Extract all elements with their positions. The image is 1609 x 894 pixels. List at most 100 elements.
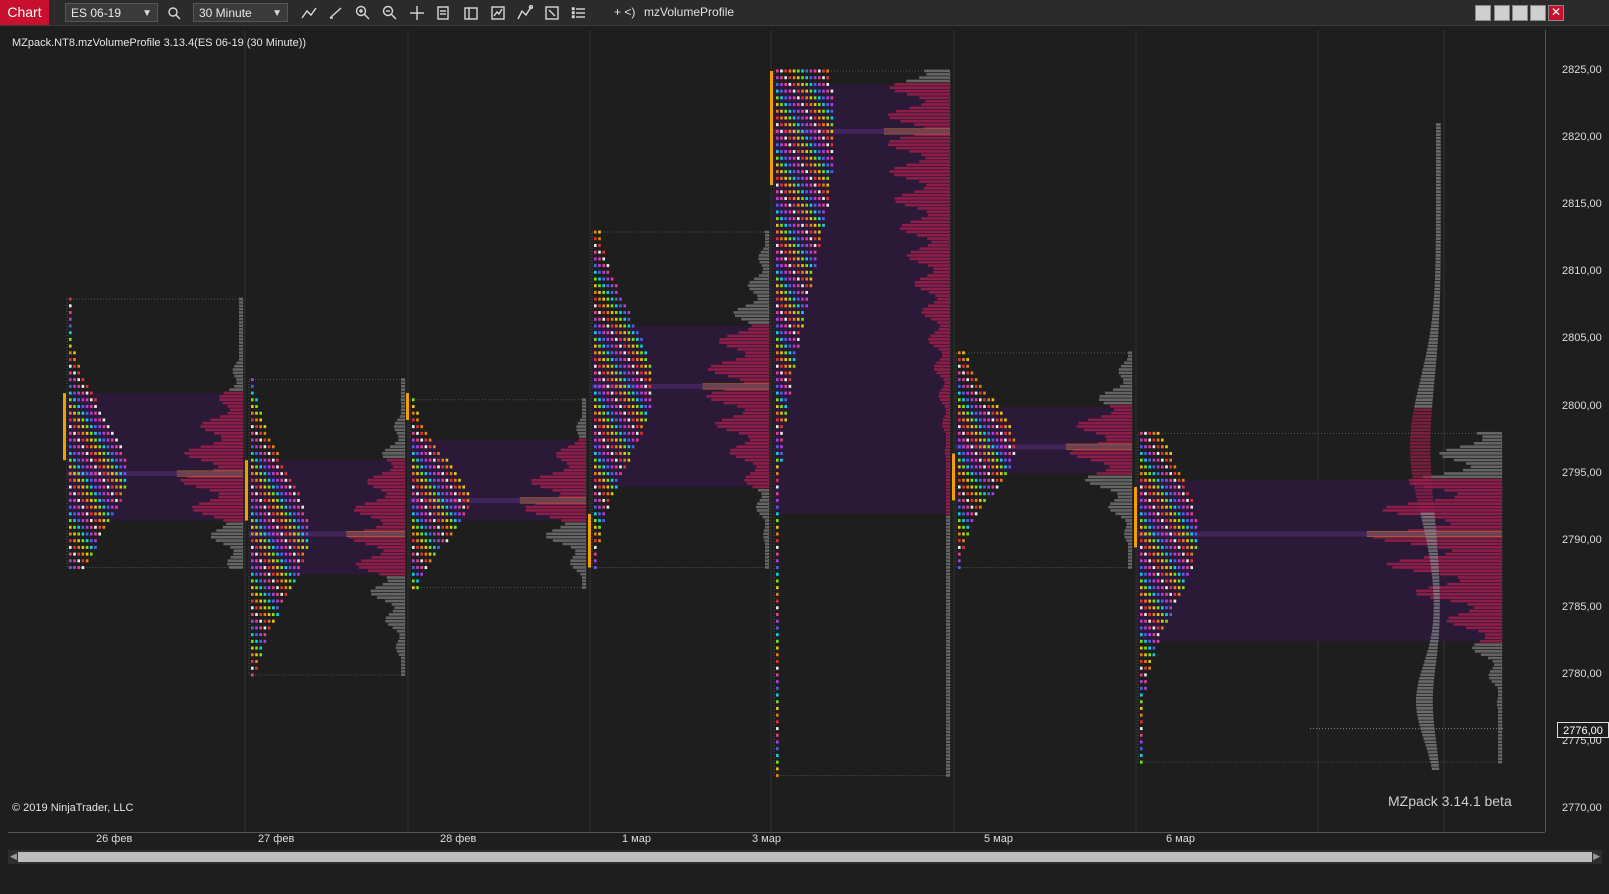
tpo-mark xyxy=(983,391,986,395)
composite-volume-bar xyxy=(1435,140,1441,143)
tpo-mark xyxy=(830,109,834,113)
duplicate-button[interactable] xyxy=(1494,5,1510,21)
volume-bar xyxy=(946,606,950,609)
volume-bar xyxy=(758,274,769,277)
volume-bar xyxy=(945,445,950,448)
tpo-mark xyxy=(594,438,597,442)
tpo-mark xyxy=(987,425,990,429)
tpo-mark xyxy=(412,485,415,489)
composite-volume-bar xyxy=(1427,348,1438,351)
zoom-in-icon[interactable] xyxy=(352,3,374,22)
tpo-mark xyxy=(809,210,813,214)
scroll-right-icon[interactable]: ▶ xyxy=(1593,851,1600,862)
volume-bar xyxy=(1458,613,1502,616)
volume-bar xyxy=(401,384,405,388)
volume-bar xyxy=(927,244,950,247)
scroll-left-icon[interactable]: ◀ xyxy=(10,851,17,862)
crosshair-icon[interactable] xyxy=(406,3,428,22)
tpo-mark xyxy=(276,559,279,563)
chart-tab[interactable]: Chart xyxy=(0,0,49,25)
composite-volume-bar xyxy=(1429,643,1439,646)
tpo-mark xyxy=(627,364,631,368)
composite-volume-bar xyxy=(1431,569,1439,573)
tpo-mark xyxy=(69,411,72,415)
line-tool-icon[interactable] xyxy=(298,3,320,22)
search-icon[interactable] xyxy=(163,3,185,22)
tpo-mark xyxy=(776,230,779,234)
tpo-mark xyxy=(606,378,610,382)
interval-selector[interactable]: 30 Minute ▼ xyxy=(193,3,288,22)
strategies-icon[interactable] xyxy=(487,3,509,22)
tpo-mark xyxy=(416,478,419,482)
tpo-mark xyxy=(776,666,779,670)
tpo-mark xyxy=(263,465,267,469)
price-axis[interactable] xyxy=(1545,30,1609,832)
composite-volume-bar xyxy=(1433,599,1440,603)
tpo-mark xyxy=(818,210,821,214)
tpo-mark xyxy=(424,431,428,435)
volume-bar xyxy=(201,458,243,462)
tpo-mark xyxy=(77,451,80,455)
indicators-icon[interactable] xyxy=(514,3,536,22)
tpo-mark xyxy=(412,525,415,529)
properties-icon[interactable] xyxy=(433,3,455,22)
tpo-mark xyxy=(966,525,969,529)
volume-bar xyxy=(1448,616,1502,620)
tpo-mark xyxy=(962,539,965,543)
volume-bar xyxy=(578,438,586,442)
volume-bar xyxy=(380,552,405,556)
horizontal-scrollbar[interactable]: ◀ ▶ xyxy=(8,850,1602,864)
volume-bar xyxy=(919,76,950,79)
tpo-mark xyxy=(610,304,614,308)
tpo-mark xyxy=(995,425,999,429)
tpo-mark xyxy=(297,539,300,543)
tpo-mark xyxy=(1161,613,1164,617)
tpo-mark xyxy=(805,277,808,281)
tpo-mark xyxy=(627,384,631,388)
tpo-mark xyxy=(1173,465,1177,469)
volume-bar xyxy=(1128,566,1132,569)
tpo-mark xyxy=(623,324,626,328)
tpo-mark xyxy=(813,170,817,174)
scroll-thumb[interactable] xyxy=(18,852,1592,862)
tpo-mark xyxy=(780,297,783,301)
tile-button[interactable] xyxy=(1475,5,1491,21)
volume-bar xyxy=(946,754,950,757)
tpo-mark xyxy=(792,136,796,140)
tpo-mark xyxy=(830,116,834,120)
tpo-mark xyxy=(805,89,808,93)
tpo-mark xyxy=(280,552,283,556)
tpo-mark xyxy=(788,136,792,140)
tpo-mark xyxy=(1165,592,1168,596)
volume-bar xyxy=(1444,488,1502,492)
tpo-mark xyxy=(280,512,283,516)
zoom-out-icon[interactable] xyxy=(379,3,401,22)
templates-icon[interactable] xyxy=(541,3,563,22)
tpo-mark xyxy=(272,505,275,509)
tpo-mark xyxy=(602,257,605,261)
volume-bar xyxy=(909,106,950,110)
data-box-icon[interactable] xyxy=(460,3,482,22)
volume-bar xyxy=(1467,603,1502,606)
volume-bar xyxy=(946,727,950,730)
tpo-mark xyxy=(636,351,639,355)
list-icon[interactable] xyxy=(568,3,590,22)
tpo-mark xyxy=(445,532,449,536)
close-button[interactable]: ✕ xyxy=(1548,5,1564,21)
instrument-selector[interactable]: ES 06-19 ▼ xyxy=(65,3,158,22)
pencil-icon[interactable] xyxy=(325,3,347,22)
tpo-mark xyxy=(1169,451,1172,455)
add-indicator-button[interactable]: + <) xyxy=(614,0,635,25)
tpo-mark xyxy=(428,472,432,476)
maximize-button[interactable] xyxy=(1530,5,1546,21)
tpo-mark xyxy=(805,170,808,174)
tpo-mark xyxy=(1140,505,1143,509)
tpo-mark xyxy=(1194,539,1198,543)
tpo-mark xyxy=(441,505,444,509)
volume-bar xyxy=(1096,472,1132,475)
tpo-mark xyxy=(1004,438,1007,442)
tpo-mark xyxy=(594,525,597,529)
minimize-button[interactable] xyxy=(1512,5,1528,21)
volume-bar xyxy=(765,240,769,244)
chart-panel[interactable] xyxy=(8,30,1545,832)
